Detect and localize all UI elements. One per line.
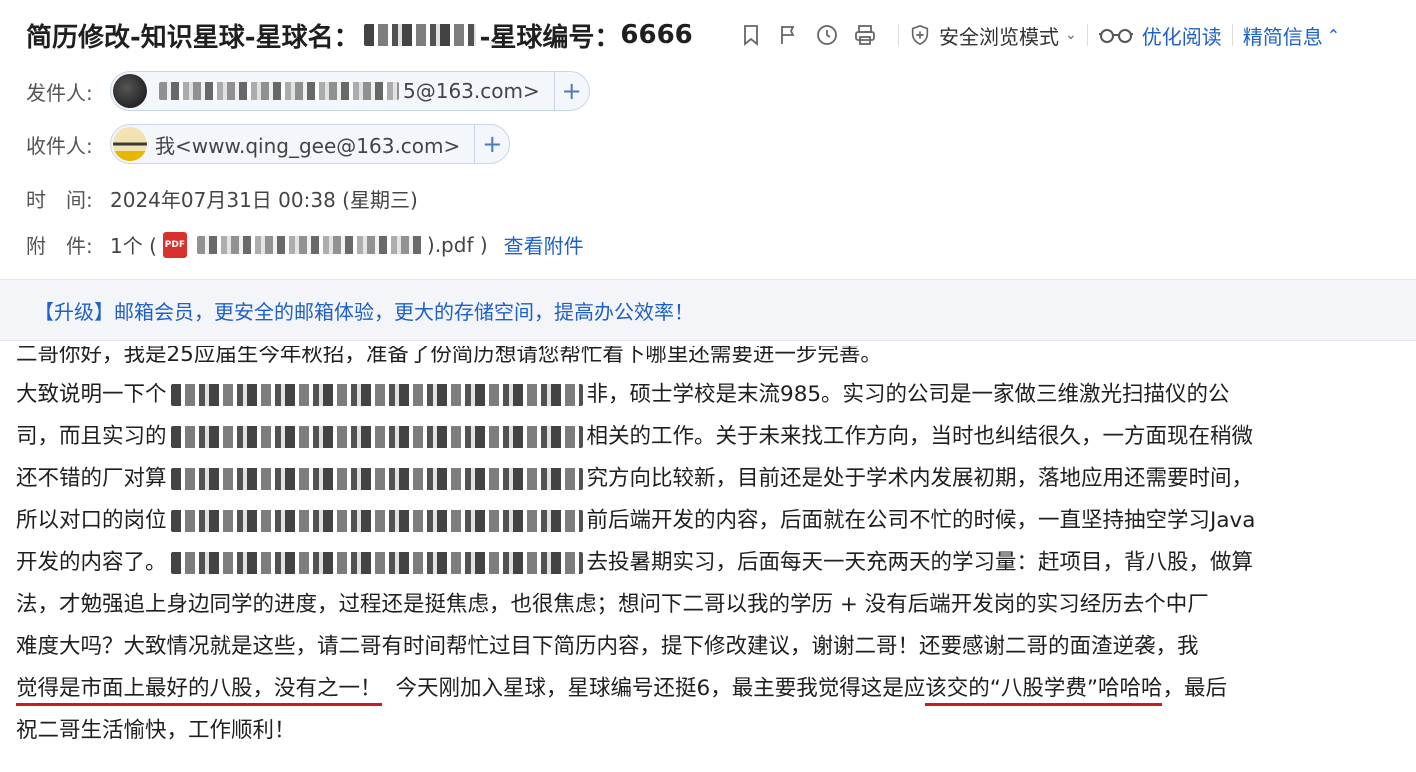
- redacted-text: [170, 510, 583, 532]
- shield-plus-icon: [911, 24, 929, 46]
- redacted-sender: [159, 82, 399, 100]
- recipient-chip[interactable]: 我<www.qing_gee@163.com> +: [110, 124, 511, 164]
- add-recipient-contact-button[interactable]: +: [474, 125, 509, 163]
- attachment-count: 1个 (: [110, 234, 157, 258]
- clock-icon[interactable]: [812, 20, 842, 50]
- body-text: ，最后: [1162, 676, 1227, 701]
- from-row: 发件人: 5@163.com> +: [26, 71, 590, 111]
- email-title-bar: 简历修改-知识星球-星球名： -星球编号： 6666: [26, 14, 693, 56]
- time-label: 时 间:: [26, 188, 93, 212]
- body-line: 祝二哥生活愉快，工作顺利！: [16, 718, 296, 743]
- underlined-phrase: 该交的“八股学费”哈哈哈: [925, 676, 1163, 706]
- body-line: 法，才勉强追上身边同学的进度，过程还是挺焦虑，也很焦虑；想问下二哥以我的学历 +…: [16, 592, 1209, 617]
- attachment-extension: ).pdf ): [426, 232, 488, 257]
- body-text: 去投暑期实习，后面每天一天充两天的学习量：赶项目，背八股，做算: [586, 550, 1254, 575]
- body-text: 今天刚加入星球，星球编号还挺6，最主要我觉得这是应: [395, 676, 926, 701]
- sender-chip[interactable]: 5@163.com> +: [110, 71, 590, 111]
- from-label: 发件人:: [26, 80, 93, 105]
- body-text: 还不错的厂对算: [16, 466, 167, 491]
- subject-suffix: -星球编号：: [479, 22, 621, 53]
- to-row: 收件人: 我<www.qing_gee@163.com> +: [26, 124, 511, 164]
- underlined-phrase: 觉得是市面上最好的八股，没有之一！: [16, 676, 382, 706]
- body-text: 相关的工作。关于未来找工作方向，当时也纠结很久，一方面现在稍微: [586, 424, 1254, 449]
- redacted-filename: [196, 235, 423, 254]
- attachment-row: 附 件: 1个 ( PDF ).pdf ) 查看附件: [26, 230, 584, 259]
- recipient-email: 我<www.qing_gee@163.com>: [155, 133, 461, 158]
- recipient-avatar: [113, 127, 147, 161]
- concise-info-button[interactable]: 精简信息 ⌃: [1243, 21, 1340, 50]
- body-line: 司，而且实习的 相关的工作。关于未来找工作方向，当时也纠结很久，一方面现在稍微: [16, 416, 1406, 458]
- sender-avatar: [113, 74, 147, 108]
- print-icon[interactable]: [850, 20, 880, 50]
- body-line: 所以对口的岗位 前后端开发的内容，后面就在公司不忙的时候，一直坚持抽空学习Java: [16, 500, 1406, 542]
- redacted-planet-name: [363, 24, 476, 46]
- body-text: 非，硕士学校是末流985。实习的公司是一家做三维激光扫描仪的公: [586, 382, 1230, 407]
- bookmark-icon[interactable]: [736, 20, 766, 50]
- toolbar-divider: [1086, 24, 1088, 46]
- pdf-icon: PDF: [162, 231, 187, 258]
- body-line: 觉得是市面上最好的八股，没有之一！ 今天刚加入星球，星球编号还挺6，最主要我觉得这…: [16, 668, 1406, 710]
- attachment-label: 附 件:: [26, 234, 93, 258]
- to-label: 收件人:: [26, 133, 93, 158]
- email-subject: 简历修改-知识星球-星球名： -星球编号： 6666: [26, 17, 693, 54]
- body-text: 大致说明一下个: [16, 382, 167, 407]
- optimize-reading-button[interactable]: 优化阅读: [1098, 21, 1222, 50]
- view-attachment-link[interactable]: 查看附件: [504, 230, 584, 259]
- sender-email: 5@163.com>: [403, 79, 540, 103]
- sent-time: 2024年07月31日 00:38 (星期三): [110, 188, 418, 212]
- body-text: 究方向比较新，目前还是处于学术内发展初期，落地应用还需要时间，: [586, 466, 1254, 491]
- concise-info-label: 精简信息: [1242, 24, 1323, 49]
- body-text: 所以对口的岗位: [16, 508, 167, 533]
- mail-toolbar: 安全浏览模式 ⌄ 优化阅读 精简信息 ⌃: [736, 18, 1340, 52]
- redacted-text: [170, 552, 583, 574]
- time-row: 时 间: 2024年07月31日 00:38 (星期三): [26, 184, 418, 213]
- optimize-reading-label: 优化阅读: [1141, 24, 1222, 49]
- body-line: 难度大吗？大致情况就是这些，请二哥有时间帮忙过目下简历内容，提下修改建议，谢谢二…: [16, 634, 1199, 659]
- body-text: 司，而且实习的: [16, 424, 167, 449]
- upgrade-banner-link[interactable]: 【升级】邮箱会员，更安全的邮箱体验，更大的存储空间，提高办公效率！: [34, 296, 694, 325]
- body-line-text: 二哥你好，我是25应届生今年秋招，准备了份简历想请您帮忙看下哪里还需要进一步完善…: [16, 346, 882, 367]
- subject-prefix: 简历修改-知识星球-星球名：: [26, 22, 360, 53]
- body-text: 前后端开发的内容，后面就在公司不忙的时候，一直坚持抽空学习Java: [586, 508, 1256, 533]
- safe-mode-label: 安全浏览模式: [939, 24, 1059, 49]
- add-sender-contact-button[interactable]: +: [553, 72, 589, 110]
- redacted-text: [170, 468, 583, 490]
- redacted-text: [170, 384, 583, 406]
- chevron-up-icon: ⌃: [1326, 25, 1341, 45]
- body-line: 还不错的厂对算 究方向比较新，目前还是处于学术内发展初期，落地应用还需要时间，: [16, 458, 1406, 500]
- email-body: 二哥你好，我是25应届生今年秋招，准备了份简历想请您帮忙看下哪里还需要进一步完善…: [16, 346, 1406, 752]
- safe-mode-dropdown[interactable]: 安全浏览模式 ⌄: [909, 21, 1077, 50]
- sender-address: 5@163.com>: [155, 79, 554, 103]
- upgrade-banner: 【升级】邮箱会员，更安全的邮箱体验，更大的存储空间，提高办公效率！: [0, 279, 1416, 341]
- chevron-down-icon: ⌄: [1065, 27, 1077, 43]
- toolbar-divider: [898, 24, 899, 46]
- redacted-text: [170, 426, 583, 448]
- body-text: 开发的内容了。: [16, 550, 167, 575]
- glasses-icon: [1098, 29, 1133, 43]
- toolbar-divider: [1231, 24, 1233, 46]
- subject-number: 6666: [620, 20, 693, 50]
- body-line: 大致说明一下个 非，硕士学校是末流985。实习的公司是一家做三维激光扫描仪的公: [16, 374, 1406, 416]
- body-line: 二哥你好，我是25应届生今年秋招，准备了份简历想请您帮忙看下哪里还需要进一步完善…: [16, 346, 1406, 374]
- flag-icon[interactable]: [774, 20, 804, 50]
- body-line: 开发的内容了。 去投暑期实习，后面每天一天充两天的学习量：赶项目，背八股，做算: [16, 542, 1406, 584]
